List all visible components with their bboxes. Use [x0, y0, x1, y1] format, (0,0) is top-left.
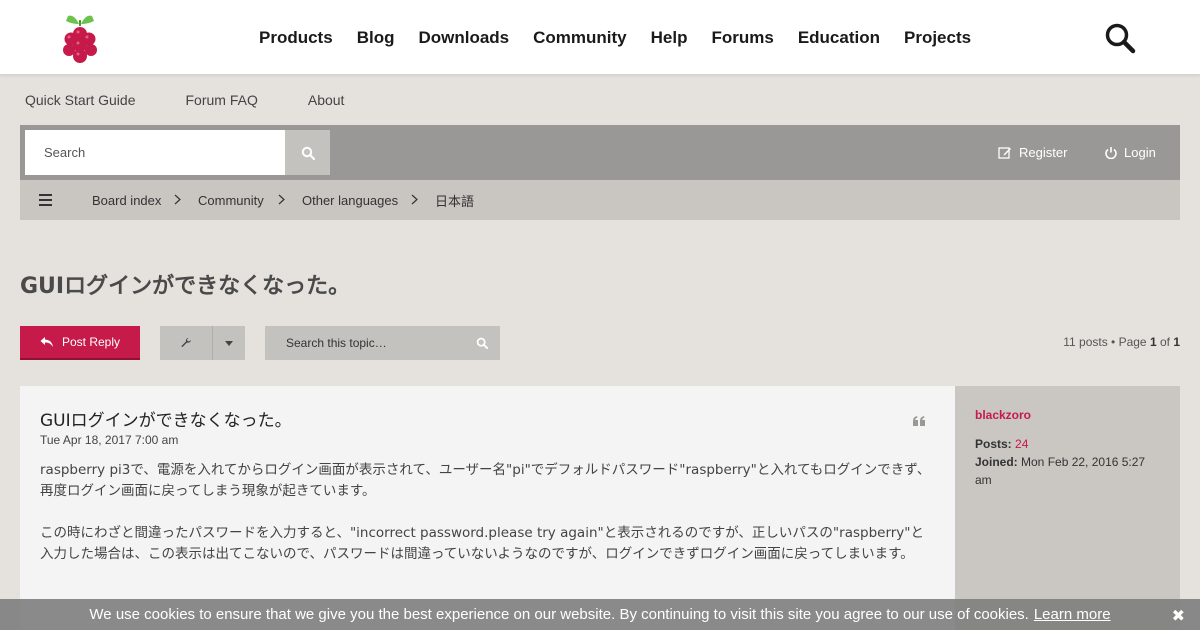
chevron-right-icon: [278, 194, 285, 205]
caret-down-icon: [213, 326, 245, 360]
post-paragraph: raspberry pi3で、電源を入れてからログイン画面が表示されて、ユーザー…: [40, 462, 931, 499]
post-date: Tue Apr 18, 2017 7:00 am: [40, 433, 179, 447]
forum-faq-link[interactable]: Forum FAQ: [186, 92, 258, 108]
menu-icon[interactable]: [39, 194, 52, 206]
author-username[interactable]: blackzoro: [975, 408, 1031, 422]
cookie-text: We use cookies to ensure that we give yo…: [89, 606, 1029, 623]
post-reply-label: Post Reply: [61, 335, 121, 349]
post-title[interactable]: GUIログインができなくなった。: [40, 406, 292, 431]
breadcrumb: Board index Community Other languages 日本…: [20, 180, 1180, 220]
nav-projects[interactable]: Projects: [904, 28, 971, 48]
nav-community[interactable]: Community: [533, 28, 627, 48]
chevron-right-icon: [174, 194, 181, 205]
nav-forums[interactable]: Forums: [711, 28, 773, 48]
reply-icon: [40, 337, 53, 347]
close-icon[interactable]: ✖: [1172, 606, 1185, 626]
post-reply-button[interactable]: Post Reply: [20, 326, 140, 360]
about-link[interactable]: About: [308, 92, 345, 108]
nav-education[interactable]: Education: [798, 28, 880, 48]
search-topic-input[interactable]: Search this topic…: [265, 326, 500, 360]
topic-tools-dropdown[interactable]: [160, 326, 245, 360]
pagination-info: 11 posts • Page 1 of 1: [1063, 335, 1180, 349]
register-link[interactable]: Register: [998, 125, 1067, 180]
wrench-icon: [160, 326, 213, 360]
forum-search-button[interactable]: [285, 130, 330, 175]
quote-icon[interactable]: [913, 416, 925, 426]
chevron-right-icon: [411, 194, 418, 205]
page-total: 1: [1173, 335, 1180, 349]
nav-products[interactable]: Products: [259, 28, 333, 48]
topic-title[interactable]: GUIログインができなくなった。: [20, 268, 350, 300]
power-icon: [1105, 147, 1117, 159]
nav-blog[interactable]: Blog: [357, 28, 395, 48]
search-icon: [301, 146, 315, 160]
search-icon[interactable]: [476, 337, 488, 349]
search-topic-placeholder: Search this topic…: [286, 336, 387, 350]
author-joined: Joined: Mon Feb 22, 2016 5:27 am: [975, 455, 1146, 487]
cookie-learn-more-link[interactable]: Learn more: [1034, 606, 1111, 623]
nav-downloads[interactable]: Downloads: [418, 28, 509, 48]
nav-help[interactable]: Help: [651, 28, 688, 48]
raspberry-logo[interactable]: [58, 12, 102, 64]
post-content: raspberry pi3で、電源を入れてからログイン画面が表示されて、ユーザー…: [40, 460, 935, 586]
post-author-profile: blackzoro Posts: 24 Joined: Mon Feb 22, …: [955, 386, 1180, 630]
main-nav: Products Blog Downloads Community Help F…: [259, 0, 995, 75]
search-icon[interactable]: [1104, 22, 1136, 54]
search-placeholder: Search: [44, 145, 86, 160]
page-current: 1: [1149, 335, 1157, 349]
forum-search-bar: Search Register Login: [20, 125, 1180, 180]
crumb-japanese[interactable]: 日本語: [435, 180, 474, 220]
post-body-panel: GUIログインができなくなった。 Tue Apr 18, 2017 7:00 a…: [20, 386, 955, 630]
post-paragraph: この時にわざと間違ったパスワードを入力すると、"incorrect passwo…: [40, 525, 925, 562]
crumb-board-index[interactable]: Board index: [92, 180, 161, 220]
forum-search-input[interactable]: Search: [25, 130, 285, 175]
author-posts: Posts: 24: [975, 437, 1029, 451]
crumb-other-languages[interactable]: Other languages: [302, 180, 398, 220]
crumb-community[interactable]: Community: [198, 180, 264, 220]
cookie-banner: We use cookies to ensure that we give yo…: [0, 599, 1200, 630]
login-label: Login: [1124, 145, 1156, 160]
quick-start-link[interactable]: Quick Start Guide: [25, 92, 136, 108]
register-label: Register: [1019, 145, 1068, 160]
author-posts-count[interactable]: 24: [1015, 437, 1028, 451]
login-link[interactable]: Login: [1105, 125, 1156, 180]
forum-sublinks: Quick Start Guide Forum FAQ About: [25, 92, 394, 108]
edit-icon: [998, 147, 1011, 159]
top-navbar: Products Blog Downloads Community Help F…: [0, 0, 1200, 75]
